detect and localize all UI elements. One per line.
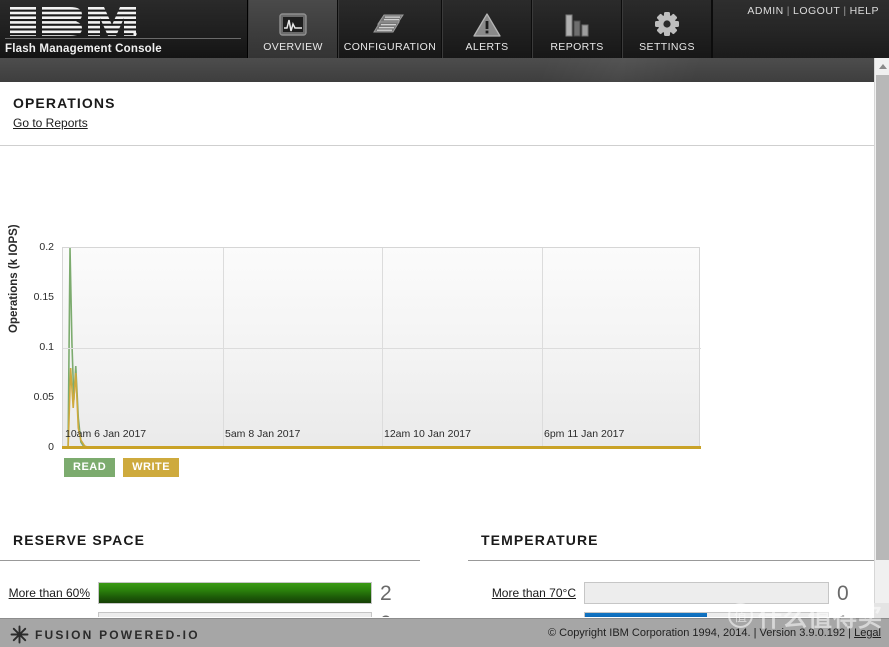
scrollbar-thumb[interactable]: [876, 75, 889, 560]
user-links-separator-2: |: [843, 5, 847, 17]
chart-y-ticks: 0.2 0.15 0.1 0.05 0: [8, 158, 54, 453]
y-tick-label: 0.1: [39, 341, 54, 353]
reserve-space-divider: [0, 560, 420, 561]
nav-tabs: OVERVIEW CONFIGURATION ALERTS REPORTS SE…: [248, 0, 712, 58]
copyright-text: © Copyright IBM Corporation 1994, 2014. …: [548, 627, 881, 639]
logout-link[interactable]: LOGOUT: [793, 5, 840, 17]
chart-horizontal-gridline: [63, 348, 701, 349]
metric-row: More than 70°C 0: [468, 578, 874, 608]
tab-configuration-label: CONFIGURATION: [343, 41, 437, 53]
operations-divider: [0, 145, 874, 146]
metric-row-bar: [98, 612, 372, 617]
help-link[interactable]: HELP: [850, 5, 879, 17]
tab-reports-label: REPORTS: [550, 41, 604, 53]
temperature-divider: [468, 560, 874, 561]
gear-icon: [652, 8, 682, 38]
flash-management-console: Flash Management Console OVERVIEW CONFIG…: [0, 0, 889, 647]
legend-write[interactable]: WRITE: [123, 458, 180, 477]
chart-plot-area: [62, 247, 701, 448]
metric-row-value: 2: [380, 581, 392, 605]
top-navigation-bar: Flash Management Console OVERVIEW CONFIG…: [0, 0, 889, 58]
y-tick-label: 0.05: [33, 391, 54, 403]
metric-row-bar: [584, 612, 829, 617]
fusion-io-text: FUSION POWERED-IO: [35, 627, 200, 642]
bar-chart-icon: [562, 8, 592, 38]
memory-chips-icon: [372, 8, 408, 38]
main-content: OPERATIONS Go to Reports Operations (k I…: [0, 82, 874, 617]
x-tick-label: 12am 10 Jan 2017: [384, 428, 471, 440]
scroll-up-arrow-icon[interactable]: [875, 58, 889, 74]
metric-row-value: 0: [380, 613, 392, 618]
metric-row-bar-fill: [99, 583, 371, 603]
x-tick-label: 10am 6 Jan 2017: [65, 428, 147, 440]
nav-filler: ADMIN | LOGOUT | HELP: [712, 0, 889, 58]
metric-row-label[interactable]: 10 to 60%: [0, 616, 90, 617]
tab-settings-label: SETTINGS: [639, 41, 695, 53]
metric-row: 50°C to 70°C 1: [468, 608, 874, 617]
fusion-io-logo: FUSION POWERED-IO: [10, 625, 200, 644]
legal-link[interactable]: Legal: [854, 627, 881, 639]
metric-row: 10 to 60% 0: [0, 608, 420, 617]
temperature-title: TEMPERATURE: [481, 532, 599, 548]
sub-header-bar: [0, 58, 889, 82]
metric-row-value: 0: [837, 581, 849, 605]
fusion-starburst-icon: [10, 625, 29, 644]
reserve-space-title: RESERVE SPACE: [13, 532, 146, 548]
vertical-scrollbar[interactable]: [874, 58, 889, 647]
metric-row-label[interactable]: More than 70°C: [468, 586, 576, 600]
metric-row-label[interactable]: More than 60%: [0, 586, 90, 600]
warning-triangle-icon: [472, 8, 502, 38]
go-to-reports-link[interactable]: Go to Reports: [13, 116, 88, 130]
y-tick-label: 0.2: [39, 241, 54, 253]
brand-area: Flash Management Console: [0, 0, 248, 58]
metric-row-bar-fill: [585, 613, 707, 617]
x-tick-label: 5am 8 Jan 2017: [225, 428, 301, 440]
metric-row-value: 1: [837, 613, 849, 618]
scrollbar-corner: [874, 603, 889, 618]
user-links-separator-1: |: [786, 5, 790, 17]
chart-legend: READ WRITE: [64, 458, 180, 477]
user-links: ADMIN | LOGOUT | HELP: [747, 5, 879, 17]
tab-overview[interactable]: OVERVIEW: [248, 0, 338, 58]
x-tick-label: 6pm 11 Jan 2017: [544, 428, 625, 440]
operations-title: OPERATIONS: [13, 95, 116, 111]
tab-alerts[interactable]: ALERTS: [442, 0, 532, 58]
tab-overview-label: OVERVIEW: [263, 41, 323, 53]
brand-subtitle: Flash Management Console: [5, 43, 162, 55]
ibm-logo-icon: [8, 5, 138, 38]
metric-row-bar: [584, 582, 829, 604]
metric-row-label[interactable]: 50°C to 70°C: [468, 616, 576, 617]
pulse-monitor-icon: [278, 8, 308, 38]
temperature-rows: More than 70°C050°C to 70°C1Less than 50…: [468, 578, 874, 617]
reserve-space-rows: More than 60%210 to 60%0Less than 10%0: [0, 578, 420, 617]
metric-row: More than 60% 2: [0, 578, 420, 608]
tab-configuration[interactable]: CONFIGURATION: [338, 0, 442, 58]
tab-reports[interactable]: REPORTS: [532, 0, 622, 58]
tab-settings[interactable]: SETTINGS: [622, 0, 712, 58]
operations-chart: Operations (k IOPS) 0.2 0.15 0.1 0.05 0 10am…: [0, 158, 874, 478]
footer-bar: FUSION POWERED-IO © Copyright IBM Corpor…: [0, 618, 889, 647]
admin-link[interactable]: ADMIN: [747, 5, 783, 17]
copyright-label: © Copyright IBM Corporation 1994, 2014. …: [547, 627, 855, 639]
brand-divider: [5, 38, 241, 39]
tab-alerts-label: ALERTS: [465, 41, 509, 53]
metric-row-bar: [98, 582, 372, 604]
legend-read[interactable]: READ: [64, 458, 116, 477]
y-tick-label: 0: [48, 441, 54, 453]
y-tick-label: 0.15: [33, 291, 54, 303]
chart-baseline: [62, 446, 701, 449]
